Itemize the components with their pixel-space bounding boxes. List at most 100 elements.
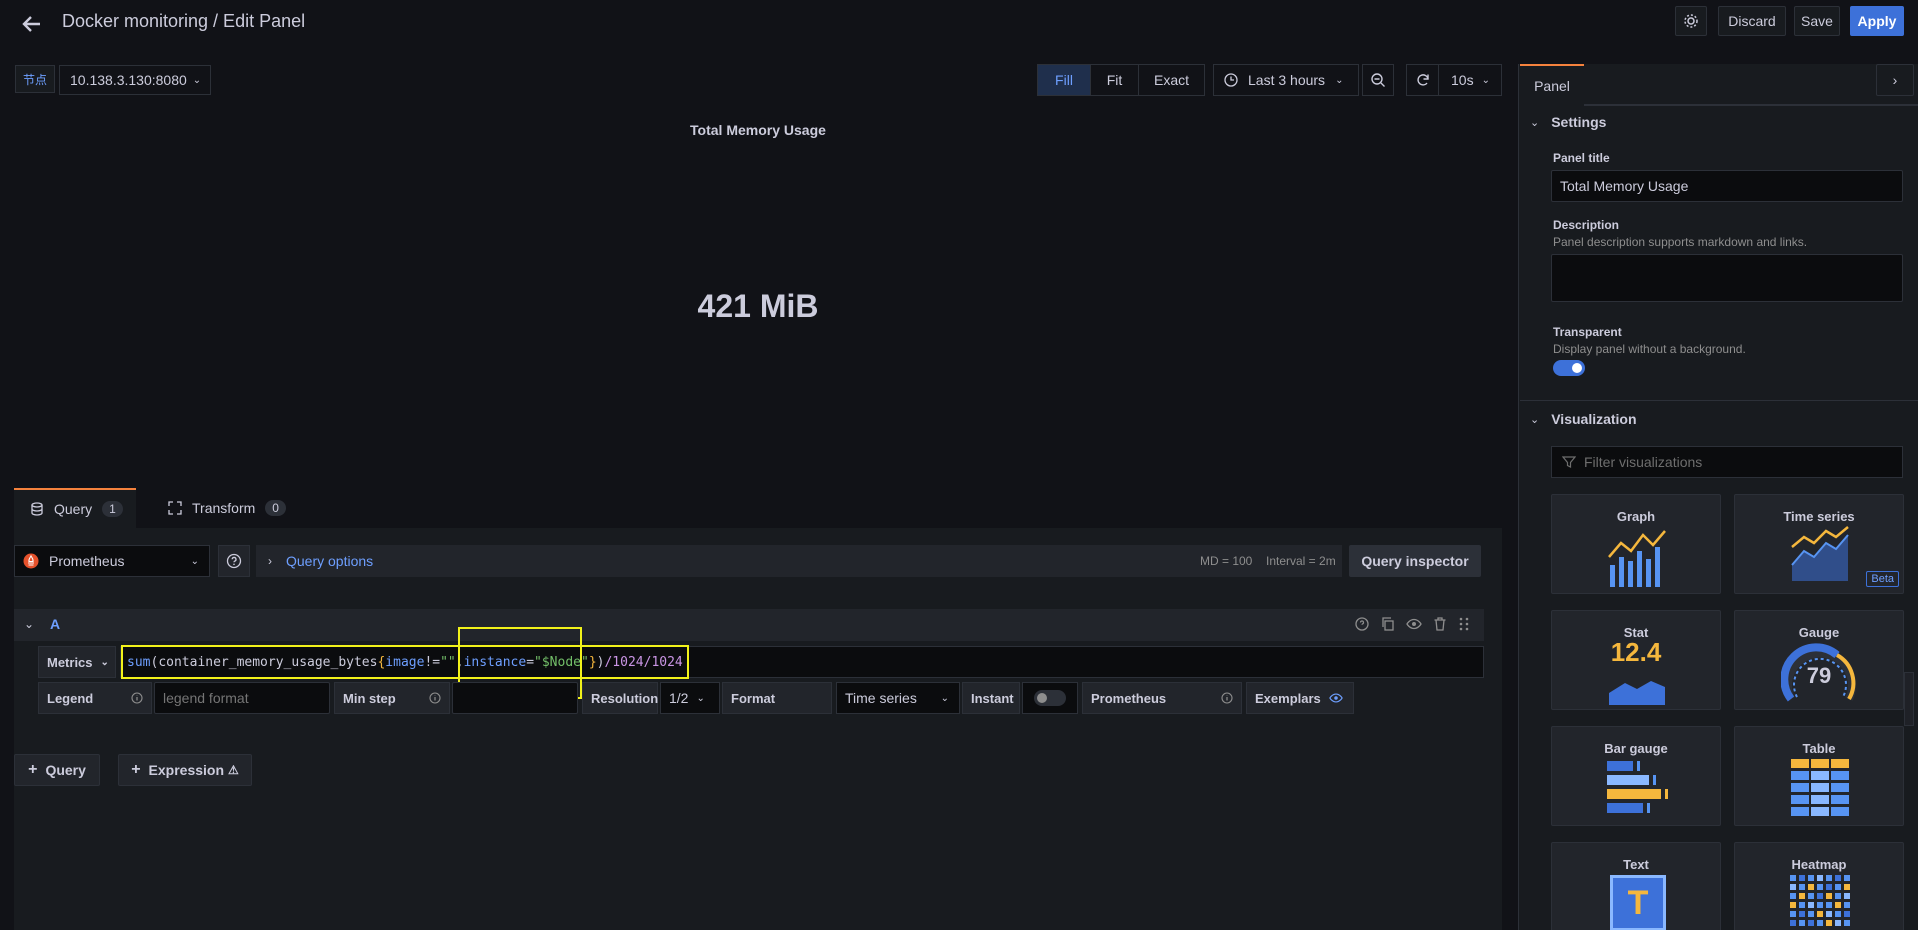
node-variable-select[interactable]: 10.138.3.130:8080 ⌄ — [59, 65, 211, 95]
graph-viz-icon — [1608, 530, 1666, 587]
panel-title-value: Total Memory Usage — [1560, 178, 1689, 194]
dashboard-settings-button[interactable] — [1675, 6, 1707, 36]
collapse-chevron-icon[interactable]: ⌄ — [24, 617, 34, 631]
filter-visualizations-input[interactable]: Filter visualizations — [1551, 446, 1903, 478]
filter-placeholder: Filter visualizations — [1584, 454, 1703, 470]
eye-icon[interactable] — [1406, 616, 1422, 632]
tab-panel-label: Panel — [1534, 78, 1570, 94]
viz-card-time-series[interactable]: Time series Beta — [1734, 494, 1904, 594]
discard-button[interactable]: Discard — [1718, 6, 1786, 36]
heatmap-viz-icon — [1790, 875, 1850, 926]
collapse-sidebar-button[interactable]: › — [1876, 64, 1914, 96]
query-inspector-button[interactable]: Query inspector — [1349, 545, 1481, 577]
time-series-viz-icon — [1791, 526, 1849, 581]
format-label: Format — [722, 682, 832, 714]
transparent-hint: Display panel without a background. — [1553, 342, 1746, 356]
min-step-input[interactable] — [452, 682, 578, 714]
zoom-out-button[interactable] — [1362, 64, 1394, 96]
fill-button[interactable]: Fill — [1038, 65, 1090, 95]
panel-title-input[interactable]: Total Memory Usage — [1551, 170, 1903, 202]
table-viz-icon — [1791, 759, 1849, 816]
stat-value: 421 MiB — [697, 288, 819, 324]
query-options-label: Query options — [286, 553, 374, 569]
refresh-icon — [1416, 74, 1429, 86]
legend-format-input[interactable] — [154, 682, 330, 714]
fit-button[interactable]: Fit — [1090, 65, 1138, 95]
query-row-actions — [1354, 616, 1470, 632]
info-icon[interactable] — [429, 692, 441, 704]
tab-transform-count: 0 — [265, 500, 286, 516]
settings-section-header[interactable]: ⌄ Settings — [1530, 114, 1606, 130]
time-range-picker[interactable]: Last 3 hours ⌄ — [1213, 64, 1359, 96]
sidebar-scrollbar[interactable] — [1904, 672, 1914, 726]
tab-query-count: 1 — [102, 501, 123, 517]
visualization-section-header[interactable]: ⌄ Visualization — [1530, 411, 1637, 427]
refresh-picker[interactable]: 10s ⌄ — [1406, 64, 1502, 96]
viz-card-title: Text — [1623, 857, 1649, 872]
max-data-points: MD = 100 — [1200, 554, 1253, 568]
add-expression-button[interactable]: + Expression ⚠ — [118, 754, 252, 786]
query-ref-id[interactable]: A — [50, 616, 60, 632]
help-icon[interactable] — [1354, 616, 1370, 632]
stat-viz-sparkline-icon — [1609, 681, 1665, 705]
chevron-down-icon: ⌄ — [1530, 116, 1540, 129]
chevron-down-icon: ⌄ — [190, 555, 199, 567]
drag-handle-icon[interactable] — [1458, 616, 1470, 632]
prometheus-icon — [23, 553, 39, 569]
viz-card-bar-gauge[interactable]: Bar gauge — [1551, 726, 1721, 826]
exemplars-label: Exemplars — [1255, 690, 1321, 706]
resolution-value: 1/2 — [669, 690, 689, 706]
gear-icon — [1684, 14, 1698, 28]
bar-gauge-viz-icon — [1607, 761, 1668, 813]
viz-card-heatmap[interactable]: Heatmap — [1734, 842, 1904, 930]
chevron-right-icon: › — [1892, 72, 1898, 88]
add-query-button[interactable]: + Query — [14, 754, 100, 786]
panel-preview-title: Total Memory Usage — [690, 122, 826, 138]
info-icon[interactable] — [1221, 692, 1233, 704]
tab-transform-label: Transform — [192, 500, 256, 516]
apply-button[interactable]: Apply — [1850, 6, 1904, 36]
plus-icon: + — [28, 761, 38, 778]
filter-icon — [1562, 456, 1576, 468]
tab-strip — [1584, 104, 1918, 106]
viz-card-stat[interactable]: Stat 12.4 — [1551, 610, 1721, 710]
datasource-help-button[interactable] — [218, 545, 250, 577]
info-icon[interactable] — [131, 692, 143, 704]
tab-panel[interactable]: Panel — [1520, 64, 1584, 106]
chevron-down-icon: ⌄ — [696, 692, 705, 704]
save-button[interactable]: Save — [1794, 6, 1840, 36]
description-textarea[interactable] — [1551, 254, 1903, 302]
exact-button[interactable]: Exact — [1138, 65, 1204, 95]
query-options-bar[interactable]: › Query options MD = 100 Interval = 2m — [256, 545, 1342, 577]
time-range-value: Last 3 hours — [1248, 72, 1326, 88]
node-variable-label: 节点 — [15, 65, 55, 93]
back-arrow-icon[interactable] — [20, 12, 44, 36]
warning-icon: ⚠ — [228, 763, 239, 777]
refresh-button[interactable] — [1407, 65, 1439, 95]
panel-preview: Total Memory Usage 421 MiB — [14, 110, 1502, 480]
database-icon — [31, 502, 43, 516]
viz-card-graph[interactable]: Graph — [1551, 494, 1721, 594]
datasource-picker[interactable]: Prometheus ⌄ — [14, 545, 210, 577]
metrics-dropdown[interactable]: Metrics ⌄ — [38, 646, 116, 678]
chevron-down-icon: ⌄ — [192, 74, 202, 86]
transparent-toggle[interactable] — [1553, 360, 1585, 376]
format-select[interactable]: Time series ⌄ — [836, 682, 960, 714]
section-divider — [1520, 400, 1918, 401]
viz-card-gauge[interactable]: Gauge 79 — [1734, 610, 1904, 710]
viz-card-text[interactable]: Text T — [1551, 842, 1721, 930]
legend-label: Legend — [47, 690, 94, 706]
instant-toggle[interactable] — [1022, 682, 1078, 714]
viz-card-table[interactable]: Table — [1734, 726, 1904, 826]
min-interval: Interval = 2m — [1266, 554, 1336, 568]
duplicate-icon[interactable] — [1380, 616, 1396, 632]
highlight-box-expression — [121, 645, 689, 679]
viz-card-title: Bar gauge — [1604, 741, 1668, 756]
tab-transform[interactable]: Transform 0 — [152, 488, 302, 528]
trash-icon[interactable] — [1432, 616, 1448, 632]
resolution-select[interactable]: 1/2 ⌄ — [660, 682, 720, 714]
exemplars-toggle[interactable]: Exemplars — [1246, 682, 1354, 714]
tab-query[interactable]: Query 1 — [14, 488, 136, 528]
query-editor-area — [14, 528, 1502, 930]
chevron-down-icon: ⌄ — [100, 656, 109, 668]
